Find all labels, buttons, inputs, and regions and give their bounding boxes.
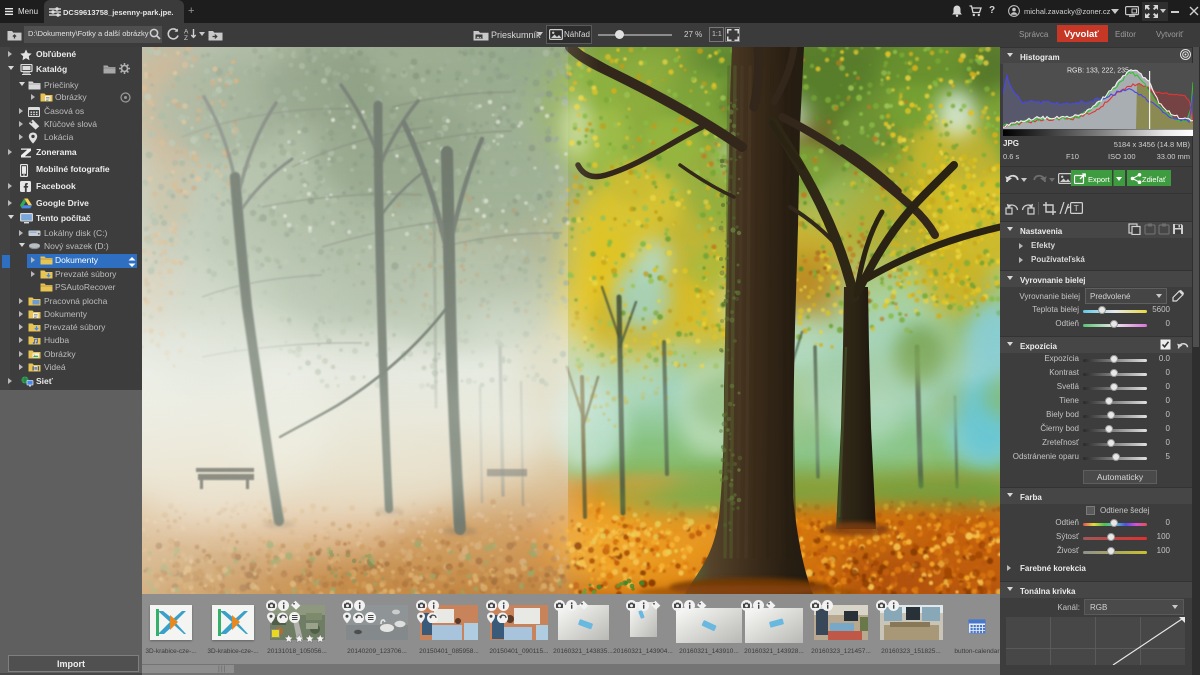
svg-text:Z: Z	[184, 35, 188, 40]
